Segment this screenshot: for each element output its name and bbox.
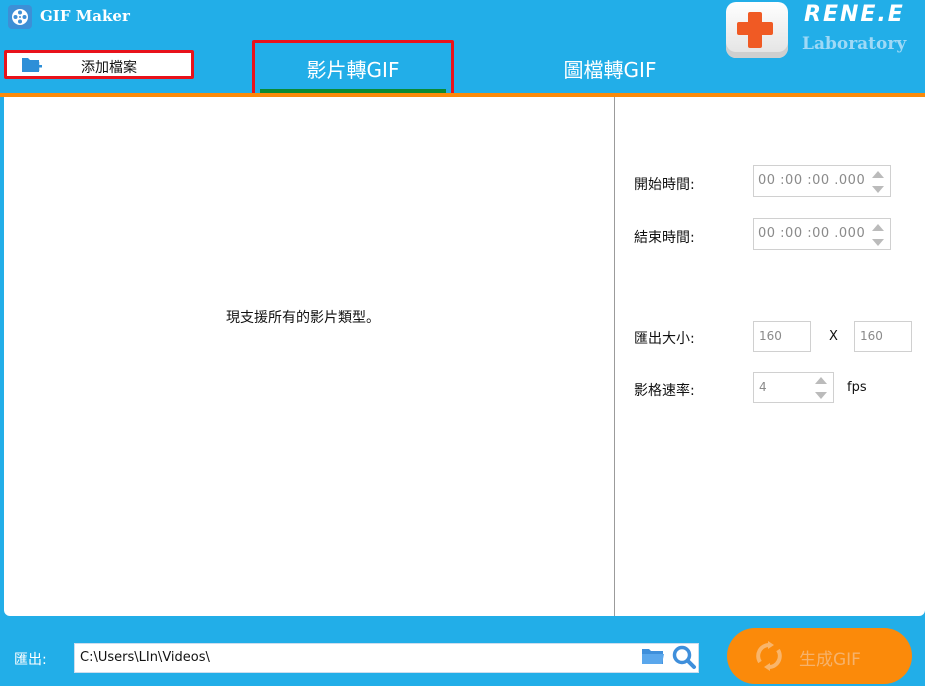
tab-label: 圖檔轉GIF	[563, 58, 657, 82]
frame-rate-unit: fps	[847, 380, 867, 395]
end-time-input[interactable]: 00 :00 :00 .000	[753, 218, 891, 250]
open-folder-search-button[interactable]	[671, 644, 697, 670]
output-width-input[interactable]: 160	[753, 321, 811, 352]
frame-rate-value: 4	[759, 380, 767, 394]
frame-rate-spinner[interactable]	[815, 377, 827, 399]
end-time-label: 結束時間:	[634, 230, 695, 246]
end-time-value: 00 :00 :00 .000	[758, 226, 866, 241]
output-size-label: 匯出大小:	[634, 331, 695, 347]
first-aid-key-icon	[726, 2, 788, 58]
tab-image-to-gif[interactable]: 圖檔轉GIF	[510, 40, 710, 97]
panel-divider	[614, 97, 615, 616]
frame-rate-input[interactable]: 4	[753, 372, 834, 403]
tab-video-to-gif[interactable]: 影片轉GIF	[252, 40, 454, 97]
frame-rate-label: 影格速率:	[634, 383, 695, 399]
generate-gif-label: 生成GIF	[799, 650, 861, 670]
output-path-value: C:\Users\LIn\Videos\	[80, 650, 210, 665]
start-time-value: 00 :00 :00 .000	[758, 173, 866, 188]
output-label: 匯出:	[14, 652, 47, 668]
logo-name: RENE.E	[804, 2, 905, 27]
logo-subtitle: Laboratory	[802, 34, 907, 54]
folder-add-icon	[21, 56, 43, 78]
add-file-label: 添加檔案	[81, 60, 137, 76]
start-time-label: 開始時間:	[634, 177, 695, 193]
output-width-value: 160	[759, 329, 782, 343]
refresh-icon	[755, 641, 783, 675]
output-height-value: 160	[860, 329, 883, 343]
search-icon	[672, 645, 696, 669]
end-time-spinner[interactable]	[872, 224, 884, 246]
app-title: GIF Maker	[40, 7, 130, 25]
tab-label: 影片轉GIF	[306, 58, 400, 82]
browse-folder-button[interactable]	[641, 646, 665, 668]
output-path-input[interactable]: C:\Users\LIn\Videos\	[74, 643, 699, 673]
output-height-input[interactable]: 160	[854, 321, 912, 352]
drop-hint: 現支援所有的影片類型。	[226, 310, 380, 326]
video-drop-area[interactable]: 現支援所有的影片類型。	[4, 97, 614, 616]
start-time-input[interactable]: 00 :00 :00 .000	[753, 165, 891, 197]
size-separator: X	[829, 329, 838, 344]
rene-e-logo: RENE.E Laboratory	[726, 0, 921, 60]
main-panel: 現支援所有的影片類型。 開始時間: 00 :00 :00 .000 結束時間: …	[4, 97, 925, 616]
folder-icon	[642, 649, 664, 664]
add-file-button[interactable]: 添加檔案	[4, 50, 194, 79]
film-reel-icon	[8, 5, 32, 29]
start-time-spinner[interactable]	[872, 171, 884, 193]
generate-gif-button[interactable]: 生成GIF	[727, 628, 912, 684]
